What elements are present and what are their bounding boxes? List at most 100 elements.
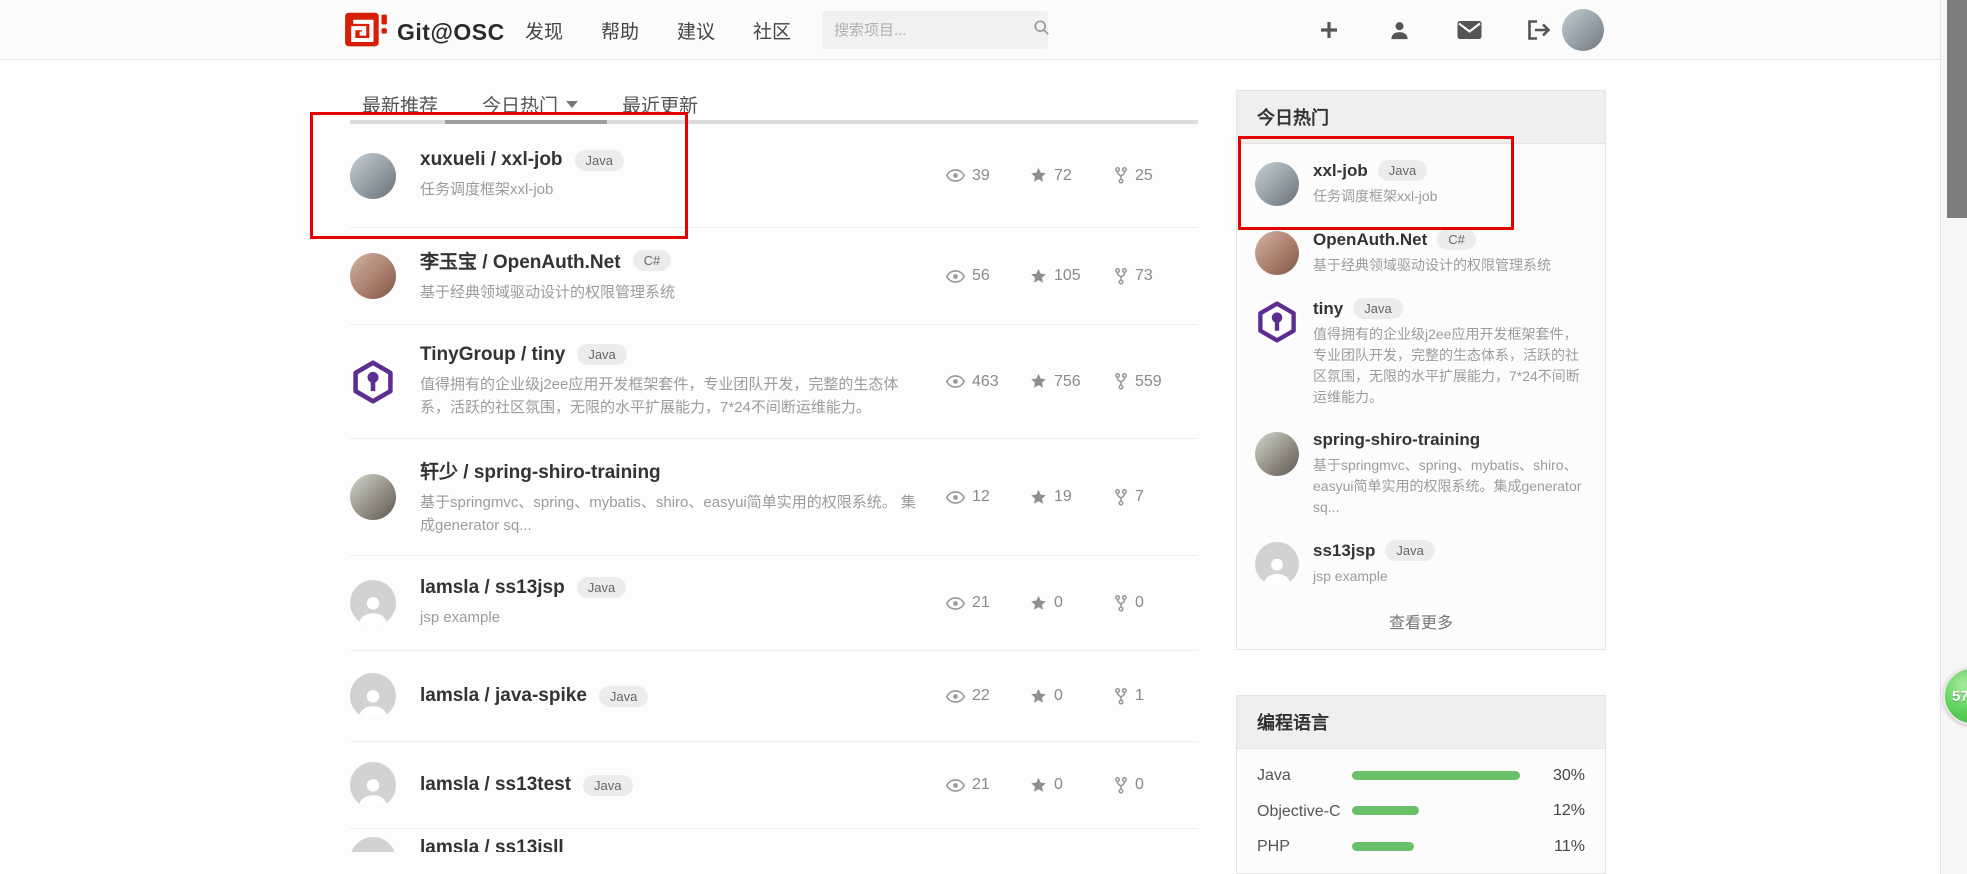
fork-icon <box>1114 777 1128 794</box>
default-avatar[interactable] <box>1255 542 1299 586</box>
hot-item[interactable]: tiny Java 值得拥有的企业级j2ee应用开发框架套件，专业团队开发，完整… <box>1237 286 1605 418</box>
project-row[interactable]: 轩少 / spring-shiro-training 基于springmvc、s… <box>350 439 1198 556</box>
default-avatar[interactable] <box>350 837 396 852</box>
project-name[interactable]: lamsla / java-spike <box>420 685 587 707</box>
project-row[interactable]: lamsla / ss13jsp Java jsp example 21 0 0 <box>350 556 1198 651</box>
hot-item[interactable]: OpenAuth.Net C# 基于经典领域驱动设计的权限管理系统 <box>1237 217 1605 286</box>
fork-icon <box>1114 167 1128 184</box>
language-badge: C# <box>1437 229 1476 250</box>
hot-project-name[interactable]: xxl-job <box>1313 161 1368 181</box>
fork-icon <box>1114 688 1128 705</box>
nav-link-help[interactable]: 帮助 <box>601 17 639 44</box>
project-name[interactable]: 轩少 / spring-shiro-training <box>420 457 661 484</box>
language-badge: Java <box>1378 160 1427 181</box>
search-icon[interactable] <box>1033 19 1050 41</box>
project-stats: 56 105 73 <box>946 267 1198 285</box>
project-avatar[interactable] <box>1255 162 1299 206</box>
hot-project-name[interactable]: ss13jsp <box>1313 541 1375 561</box>
hot-item[interactable]: xxl-job Java 任务调度框架xxl-job <box>1237 144 1605 217</box>
star-stat: 0 <box>1030 687 1114 705</box>
star-stat: 0 <box>1030 594 1114 612</box>
navbar-actions <box>1316 0 1552 60</box>
project-avatar[interactable] <box>350 253 396 299</box>
language-badge: Java <box>577 344 626 365</box>
eye-icon <box>946 169 965 182</box>
project-name[interactable]: TinyGroup / tiny <box>420 344 565 366</box>
search-box[interactable] <box>822 11 1048 49</box>
view-more-link[interactable]: 查看更多 <box>1237 597 1605 649</box>
language-label: PHP <box>1257 836 1352 858</box>
nav-link-community[interactable]: 社区 <box>753 17 791 44</box>
eye-icon <box>946 270 965 283</box>
eye-icon <box>946 779 965 792</box>
nav-link-suggest[interactable]: 建议 <box>677 17 715 44</box>
language-badge: Java <box>575 150 624 171</box>
project-avatar[interactable] <box>1255 432 1299 476</box>
brand[interactable]: Git@OSC <box>345 10 505 55</box>
brand-title: Git@OSC <box>397 19 505 46</box>
tab-latest-recommended[interactable]: 最新推荐 <box>362 91 438 118</box>
hot-project-name[interactable]: tiny <box>1313 299 1343 319</box>
project-avatar[interactable] <box>350 474 396 520</box>
project-name[interactable]: 李玉宝 / OpenAuth.Net <box>420 247 621 274</box>
feed-tabbar: 最新推荐 今日热门 最近更新 <box>350 88 1198 124</box>
hot-item[interactable]: ss13jsp Java jsp example <box>1237 528 1605 597</box>
star-stat: 0 <box>1030 776 1114 794</box>
fork-icon <box>1114 595 1128 612</box>
badge-count: 57 <box>1945 688 1967 705</box>
nav-link-discover[interactable]: 发现 <box>525 17 563 44</box>
language-bar <box>1352 771 1520 780</box>
watch-stat: 21 <box>946 594 1030 612</box>
star-icon <box>1030 167 1047 184</box>
default-avatar[interactable] <box>350 580 396 626</box>
project-row[interactable]: TinyGroup / tiny Java 值得拥有的企业级j2ee应用开发框架… <box>350 325 1198 439</box>
project-name[interactable]: lamsla / ss13jsp <box>420 577 565 599</box>
fork-stat: 559 <box>1114 373 1198 391</box>
chevron-down-icon[interactable] <box>566 101 578 108</box>
eye-icon <box>946 375 965 388</box>
star-icon <box>1030 688 1047 705</box>
project-avatar[interactable] <box>350 153 396 199</box>
project-name[interactable]: xuxueli / xxl-job <box>420 149 563 171</box>
plus-icon[interactable] <box>1316 17 1342 43</box>
tiny-logo-avatar[interactable] <box>1255 300 1299 344</box>
project-name[interactable]: lamsla / ss13test <box>420 774 571 796</box>
project-row[interactable]: xuxueli / xxl-job Java 任务调度框架xxl-job 39 … <box>350 124 1198 228</box>
user-avatar[interactable] <box>1562 9 1604 51</box>
signout-icon[interactable] <box>1526 17 1552 43</box>
watch-stat: 39 <box>946 167 1030 185</box>
fork-icon <box>1114 268 1128 285</box>
tab-recently-updated[interactable]: 最近更新 <box>622 91 698 118</box>
nav-links: 发现 帮助 建议 社区 <box>525 0 791 60</box>
project-row[interactable]: lamsla / ss13test Java 21 0 0 <box>350 742 1198 829</box>
project-stats: 39 72 25 <box>946 167 1198 185</box>
hot-project-name[interactable]: OpenAuth.Net <box>1313 230 1427 250</box>
hot-project-description: 任务调度框架xxl-job <box>1313 186 1587 207</box>
browser-scrollbar[interactable] <box>1940 0 1967 874</box>
star-icon <box>1030 595 1047 612</box>
project-description: 值得拥有的企业级j2ee应用开发框架套件，专业团队开发，完整的生态体系，活跃的社… <box>420 373 926 420</box>
fork-stat: 1 <box>1114 687 1198 705</box>
tiny-logo-avatar[interactable] <box>350 359 396 405</box>
project-row[interactable]: lamsla / java-spike Java 22 0 1 <box>350 651 1198 742</box>
hot-project-name[interactable]: spring-shiro-training <box>1313 430 1480 450</box>
watch-stat: 56 <box>946 267 1030 285</box>
project-row[interactable]: 李玉宝 / OpenAuth.Net C# 基于经典领域驱动设计的权限管理系统 … <box>350 228 1198 325</box>
project-avatar[interactable] <box>1255 231 1299 275</box>
language-percent: 30% <box>1537 767 1585 785</box>
hot-item[interactable]: spring-shiro-training 基于springmvc、spring… <box>1237 418 1605 528</box>
user-icon[interactable] <box>1386 17 1412 43</box>
project-stats: 463 756 559 <box>946 373 1198 391</box>
project-row-partial[interactable]: lamsla / ss13jsll <box>350 829 1198 852</box>
mail-icon[interactable] <box>1456 17 1482 43</box>
scrollbar-thumb[interactable] <box>1947 0 1967 218</box>
language-badge: Java <box>1385 540 1434 561</box>
eye-icon <box>946 491 965 504</box>
tab-today-hot[interactable]: 今日热门 <box>482 91 578 118</box>
project-name[interactable]: lamsla / ss13jsll <box>420 837 564 852</box>
default-avatar[interactable] <box>350 762 396 808</box>
watch-stat: 21 <box>946 776 1030 794</box>
search-input[interactable] <box>834 22 1033 39</box>
default-avatar[interactable] <box>350 673 396 719</box>
project-stats: 21 0 0 <box>946 594 1198 612</box>
